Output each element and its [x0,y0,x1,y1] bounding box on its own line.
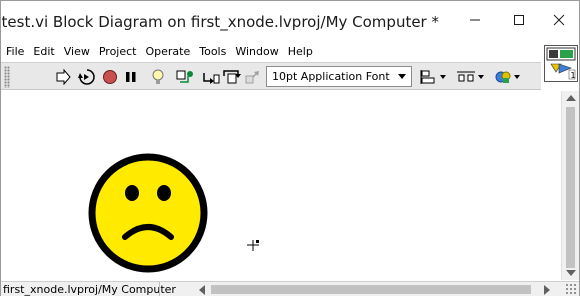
frown-face-icon[interactable] [87,152,209,274]
scroll-up-icon[interactable] [566,95,576,101]
chevron-down-icon [398,74,406,79]
run-continuously-icon [78,69,95,85]
minimize-icon [470,19,480,21]
labview-window: test.vi Block Diagram on first_xnode.lvp… [0,0,580,296]
distribute-objects-button[interactable] [455,68,485,86]
step-over-icon [223,70,241,84]
abort-button[interactable] [102,68,118,86]
run-continuously-button[interactable] [78,68,96,86]
abort-icon [103,70,117,84]
vertical-scrollbar[interactable] [561,91,579,280]
menu-window[interactable]: Window [235,42,278,61]
chevron-down-icon [514,75,520,79]
retain-wire-values-icon [176,70,193,83]
title-bar: test.vi Block Diagram on first_xnode.lvp… [1,1,579,41]
scroll-left-icon[interactable] [199,285,205,295]
step-into-button[interactable] [202,68,220,86]
step-into-icon [203,73,220,84]
menu-bar: File Edit View Project Operate Tools Win… [1,42,541,61]
font-select[interactable]: 10pt Application Font [266,66,412,87]
align-objects-icon [420,70,435,84]
positioning-cursor-icon [247,240,259,251]
menu-edit[interactable]: Edit [33,42,54,61]
distribute-objects-icon [457,71,475,82]
reorder-icon [495,71,511,83]
status-bar: first_xnode.lvproj/My Computer [1,281,579,296]
font-select-value: 10pt Application Font [272,70,390,83]
close-icon [553,14,565,26]
step-out-icon [245,71,259,84]
project-context-path: first_xnode.lvproj/My Computer [3,283,176,296]
chevron-down-icon [440,75,446,79]
pause-icon [126,72,136,82]
window-title: test.vi Block Diagram on first_xnode.lvp… [1,13,439,31]
menu-tools[interactable]: Tools [199,42,226,61]
reorder-button[interactable] [493,68,521,86]
status-divider [159,282,160,296]
menu-help[interactable]: Help [288,42,313,61]
maximize-button[interactable] [497,5,541,35]
block-diagram-canvas[interactable] [1,91,561,280]
pause-button[interactable] [124,68,138,86]
lightbulb-icon [152,69,164,84]
vi-icon[interactable]: 1 [544,45,578,82]
highlight-execution-button[interactable] [151,68,165,86]
scroll-right-icon[interactable] [544,285,550,295]
align-objects-button[interactable] [419,68,447,86]
maximize-icon [514,15,524,25]
resize-grip[interactable] [565,283,577,295]
menu-view[interactable]: View [64,42,90,61]
menu-operate[interactable]: Operate [145,42,190,61]
horizontal-scroll-thumb[interactable] [211,285,531,294]
menu-project[interactable]: Project [99,42,137,61]
chevron-down-icon [478,75,484,79]
step-out-button[interactable] [244,68,260,86]
retain-wire-values-button[interactable] [176,68,194,86]
close-button[interactable] [537,5,580,35]
vertical-scroll-thumb[interactable] [566,107,575,268]
vi-icon-number: 1 [571,71,576,80]
vi-connector-icon: 1 [546,47,576,80]
minimize-button[interactable] [453,5,497,35]
toolbar-grip[interactable] [4,66,10,88]
step-over-button[interactable] [223,68,241,86]
toolbar: 10pt Application Font [1,62,541,90]
menu-file[interactable]: File [6,42,24,61]
scroll-down-icon[interactable] [566,270,576,276]
run-arrow-icon [56,69,71,85]
run-button[interactable] [55,68,71,86]
